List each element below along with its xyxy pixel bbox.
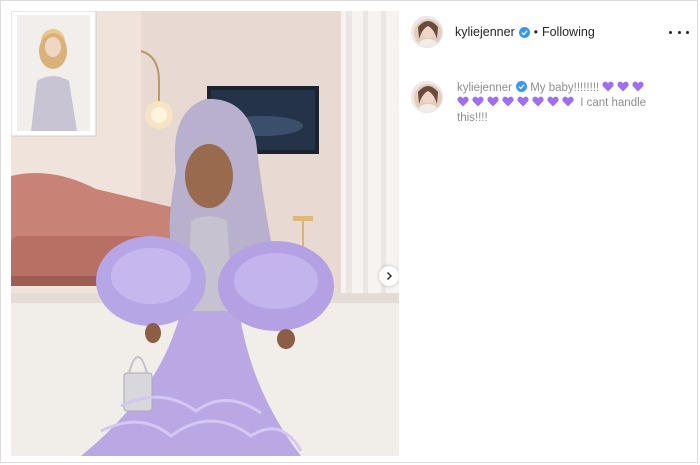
purple-heart-icon [632,81,645,92]
post-frame: kyliejenner • Following kyliejenner My b… [0,0,698,463]
purple-heart-icon [502,96,514,107]
purple-heart-icon [517,96,529,107]
purple-heart-icon [547,96,559,107]
post-image [11,11,399,456]
verified-badge-icon [515,81,527,92]
header-username[interactable]: kyliejenner [455,25,515,39]
post-side-panel: kyliejenner • Following kyliejenner My b… [399,11,689,456]
next-photo-button[interactable] [379,266,399,286]
chevron-right-icon [387,272,392,280]
purple-heart-icon [532,96,544,107]
caption-avatar[interactable] [411,81,443,113]
avatar-image [412,82,442,112]
verified-badge-icon [518,26,530,38]
purple-heart-icon [487,96,499,107]
caption-username[interactable]: kyliejenner [457,82,512,94]
avatar-image [412,17,442,47]
purple-heart-icon [602,81,615,92]
following-button[interactable]: Following [542,25,595,39]
post-photo[interactable] [11,11,399,456]
avatar[interactable] [411,16,443,48]
more-options-icon[interactable] [669,24,689,40]
caption-text: kyliejenner My baby!!!!!!!! I cant handl… [457,81,662,126]
caption: kyliejenner My baby!!!!!!!! I cant handl… [399,81,689,126]
separator-dot: • [533,25,538,39]
purple-heart-icon [562,96,574,107]
post-header: kyliejenner • Following [399,11,689,53]
purple-heart-icon [617,81,630,92]
caption-body: My baby!!!!!!!! [530,82,603,94]
purple-heart-icon [472,96,484,107]
purple-heart-icon [457,96,469,107]
